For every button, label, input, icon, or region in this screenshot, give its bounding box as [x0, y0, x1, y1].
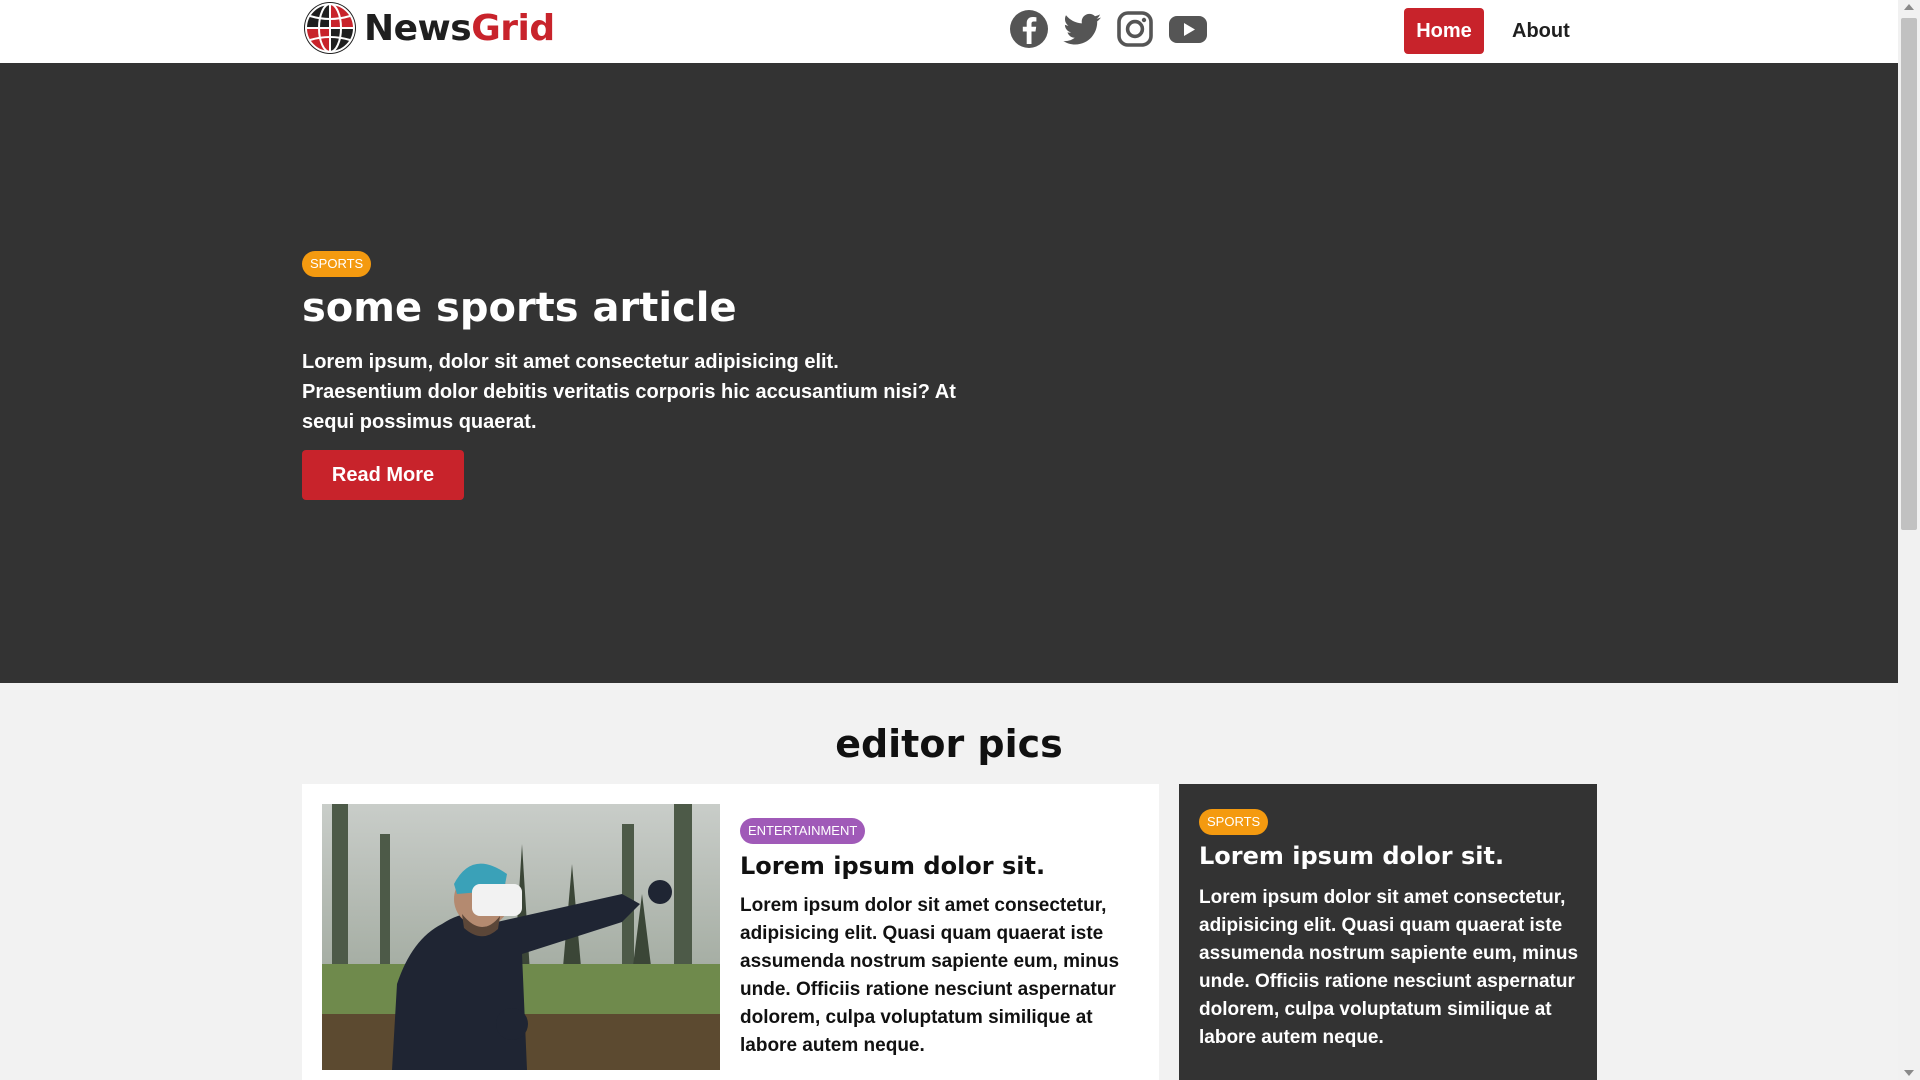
side-article-card[interactable]: SPORTS Lorem ipsum dolor sit. Lorem ipsu… [1179, 784, 1597, 1080]
brand-name: NewsGrid [364, 7, 555, 49]
nav-home-link[interactable]: Home [1404, 8, 1484, 54]
card-excerpt: Lorem ipsum dolor sit amet consectetur, … [1199, 887, 1579, 1048]
article-image[interactable] [322, 804, 720, 1070]
hero-category-badge[interactable]: SPORTS [302, 251, 372, 277]
hero-banner: SPORTS some sports article Lorem ipsum, … [0, 63, 1898, 683]
card-title[interactable]: Lorem ipsum dolor sit. [1199, 842, 1504, 870]
hero-excerpt: Lorem ipsum, dolor sit amet consectetur … [302, 351, 956, 433]
read-more-button[interactable]: Read More [302, 450, 464, 500]
scroll-down-arrow-icon[interactable] [1904, 1070, 1914, 1076]
twitter-icon[interactable] [1061, 8, 1103, 50]
hero-title: some sports article [302, 285, 737, 331]
scroll-thumb[interactable] [1901, 18, 1917, 530]
instagram-icon[interactable] [1114, 8, 1156, 50]
card-category-badge[interactable]: ENTERTAINMENT [740, 818, 866, 844]
card-title[interactable]: Lorem ipsum dolor sit. [740, 852, 1045, 880]
youtube-icon[interactable] [1167, 8, 1209, 50]
page-scrollbar[interactable] [1898, 0, 1920, 1080]
featured-article-card[interactable]: ENTERTAINMENT Lorem ipsum dolor sit. Lor… [302, 784, 1159, 1080]
scroll-up-arrow-icon[interactable] [1904, 4, 1914, 10]
main-nav: Home About [1404, 8, 1570, 54]
brand-logo[interactable]: NewsGrid [302, 0, 555, 56]
navbar: NewsGrid Home About [0, 0, 1898, 63]
nav-about-link[interactable]: About [1512, 8, 1570, 54]
section-title: editor pics [835, 722, 1063, 766]
card-excerpt: Lorem ipsum dolor sit amet consectetur, … [740, 895, 1120, 1056]
social-links [1008, 8, 1209, 50]
globe-icon [304, 2, 356, 54]
facebook-icon[interactable] [1008, 8, 1050, 50]
card-category-badge[interactable]: SPORTS [1199, 809, 1269, 835]
